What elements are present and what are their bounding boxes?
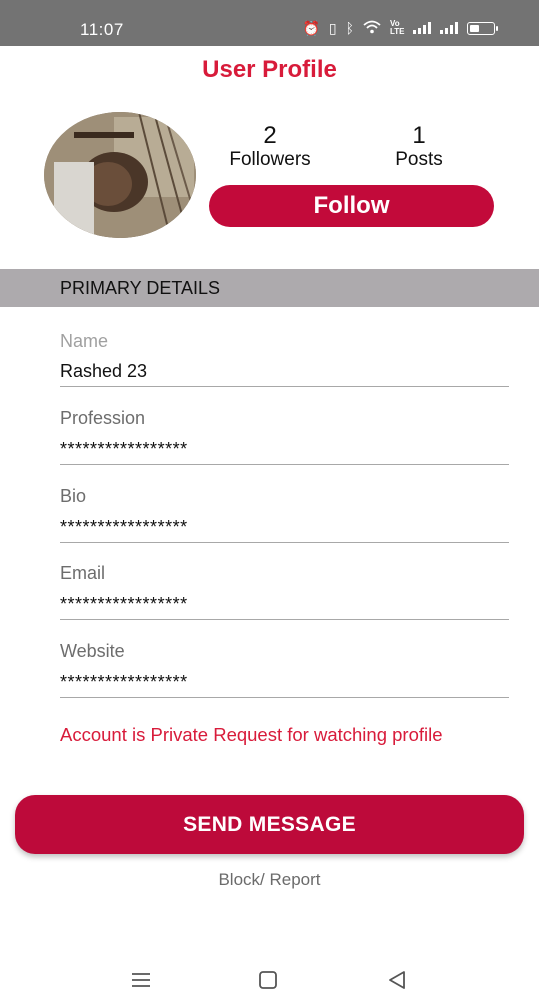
- website-field[interactable]: Website *****************: [60, 640, 509, 698]
- status-time: 11:07: [80, 20, 124, 39]
- wifi-icon: [363, 20, 381, 36]
- profession-field[interactable]: Profession *****************: [60, 407, 509, 465]
- follow-button[interactable]: Follow: [209, 185, 494, 227]
- website-value[interactable]: *****************: [60, 671, 509, 698]
- profession-value[interactable]: *****************: [60, 438, 509, 465]
- section-title: PRIMARY DETAILS: [60, 277, 221, 298]
- profession-label: Profession: [60, 408, 146, 428]
- status-bar: 11:07 ⏰ ▯ ᛒ Vo LTE: [0, 0, 539, 46]
- followers-label: Followers: [229, 149, 311, 170]
- name-field[interactable]: Name Rashed 23: [60, 330, 509, 387]
- menu-icon[interactable]: [126, 968, 156, 992]
- posts-label: Posts: [395, 149, 443, 170]
- followers-stat[interactable]: 2 Followers: [210, 123, 330, 171]
- website-label: Website: [60, 641, 125, 661]
- page-title: User Profile: [202, 56, 337, 83]
- bio-value[interactable]: *****************: [60, 516, 509, 543]
- bluetooth-icon: ᛒ: [345, 20, 354, 36]
- posts-count: 1: [412, 122, 426, 149]
- bio-label: Bio: [60, 486, 87, 506]
- back-icon[interactable]: [383, 968, 413, 992]
- email-label: Email: [60, 563, 106, 583]
- send-message-button[interactable]: SEND MESSAGE: [15, 795, 524, 854]
- posts-stat[interactable]: 1 Posts: [365, 123, 473, 171]
- signal-icon: [413, 22, 431, 34]
- navigation-bar: [0, 960, 539, 1000]
- volte-icon: Vo LTE: [390, 19, 405, 36]
- block-report-link[interactable]: Block/ Report: [0, 870, 539, 890]
- name-label: Name: [60, 331, 109, 351]
- home-icon[interactable]: [253, 968, 283, 992]
- followers-count: 2: [263, 122, 277, 149]
- section-header: PRIMARY DETAILS: [0, 269, 539, 307]
- vibrate-icon: ▯: [328, 20, 337, 36]
- bio-field[interactable]: Bio *****************: [60, 485, 509, 543]
- avatar[interactable]: [44, 112, 196, 238]
- name-value[interactable]: Rashed 23: [60, 360, 509, 387]
- email-value[interactable]: *****************: [60, 593, 509, 620]
- signal-icon: [440, 22, 458, 34]
- status-icons: ⏰ ▯ ᛒ Vo LTE: [302, 19, 498, 36]
- private-notice: Account is Private Request for watching …: [60, 724, 443, 745]
- email-field[interactable]: Email *****************: [60, 562, 509, 620]
- battery-icon: [467, 21, 498, 35]
- alarm-icon: ⏰: [302, 20, 320, 36]
